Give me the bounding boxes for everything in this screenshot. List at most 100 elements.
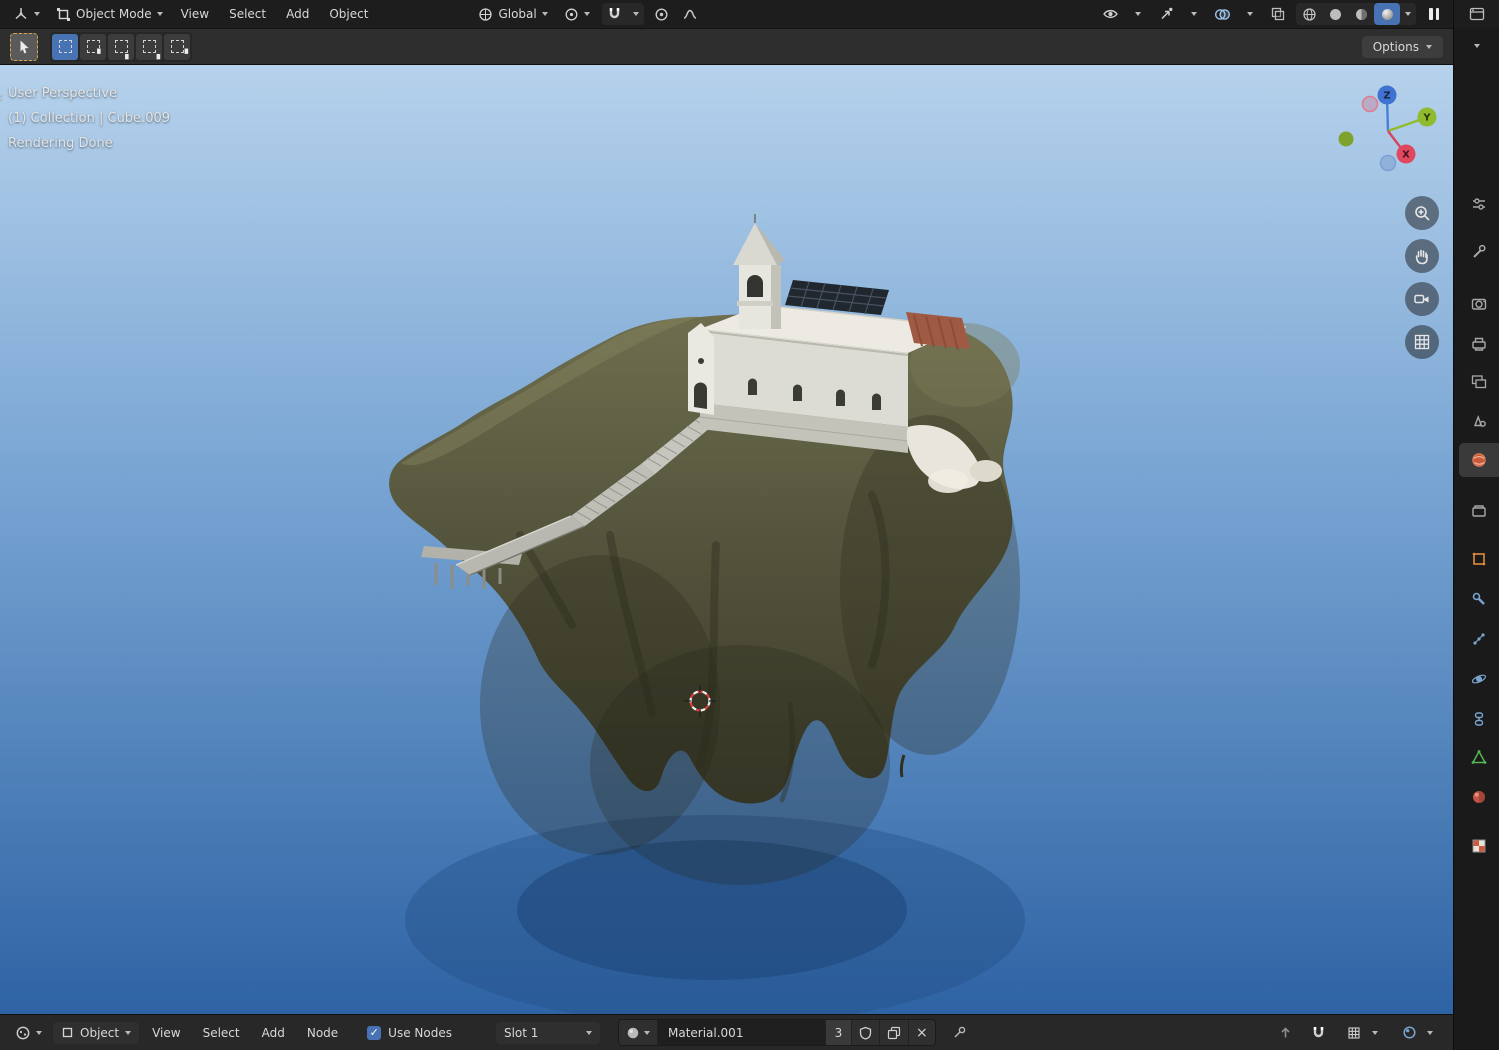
region-options-arrow[interactable]	[1473, 37, 1480, 51]
use-nodes-label: Use Nodes	[388, 1025, 452, 1040]
menu-object[interactable]: Object	[320, 4, 377, 24]
tab-world[interactable]	[1459, 443, 1499, 477]
tab-material[interactable]	[1459, 780, 1499, 814]
object-visibility-button[interactable]	[1097, 3, 1123, 25]
properties-editor-type-button[interactable]	[1454, 0, 1499, 28]
output-printer-icon	[1472, 337, 1486, 351]
toggle-perspective-button[interactable]	[1405, 325, 1439, 359]
menu-view[interactable]: View	[172, 4, 218, 24]
tool-icon	[1473, 244, 1486, 258]
properties-tab-strip	[1453, 0, 1499, 1050]
zoom-button[interactable]	[1405, 196, 1439, 230]
shading-rendered-button[interactable]	[1374, 3, 1400, 25]
axis-neg-y-ball[interactable]	[1338, 131, 1354, 147]
shading-mode-group	[1296, 3, 1416, 25]
zoom-icon	[1415, 206, 1430, 221]
tab-physics[interactable]	[1459, 662, 1499, 696]
tab-texture[interactable]	[1459, 829, 1499, 863]
transform-orientation-dropdown[interactable]: Global	[471, 4, 554, 25]
editor-type-dropdown-shader[interactable]	[8, 1022, 49, 1044]
snap-settings-dropdown[interactable]	[628, 3, 644, 25]
pivot-point-dropdown[interactable]	[557, 4, 597, 25]
chevron-down-icon	[1247, 12, 1253, 16]
chevron-down-icon	[643, 1030, 650, 1035]
shading-material-button[interactable]	[1348, 3, 1374, 25]
menu-add-shader[interactable]: Add	[253, 1023, 294, 1043]
tab-object[interactable]	[1459, 542, 1499, 576]
shader-overlays-button[interactable]	[1396, 1022, 1422, 1044]
shader-type-label: Object	[80, 1025, 120, 1040]
mesh-data-icon	[1471, 749, 1487, 764]
shading-wireframe-button[interactable]	[1296, 3, 1322, 25]
menu-select[interactable]: Select	[220, 4, 275, 24]
tab-output[interactable]	[1459, 327, 1499, 361]
tab-constraints[interactable]	[1459, 702, 1499, 736]
proportional-editing-button[interactable]	[649, 3, 675, 25]
menu-view-shader[interactable]: View	[143, 1023, 189, 1043]
material-users-button[interactable]: 3	[825, 1020, 852, 1045]
active-tool-tweak-button[interactable]	[10, 32, 38, 61]
options-dropdown[interactable]: Options	[1361, 35, 1443, 58]
tab-modifiers[interactable]	[1459, 582, 1499, 616]
select-box-subtract-button[interactable]: ▖	[108, 33, 134, 60]
material-name-field[interactable]: Material.001	[657, 1020, 826, 1045]
xray-toggle-button[interactable]	[1265, 3, 1291, 25]
overlays-dropdown[interactable]	[1237, 3, 1263, 25]
snap-grid-dropdown[interactable]	[1367, 1022, 1383, 1044]
material-slot-dropdown[interactable]: Slot 1	[495, 1021, 600, 1044]
select-box-set-button[interactable]	[52, 33, 78, 60]
proportional-falloff-dropdown[interactable]	[677, 3, 703, 25]
tab-collection[interactable]	[1459, 494, 1499, 528]
object-visibility-dropdown[interactable]	[1125, 3, 1151, 25]
shading-dropdown[interactable]	[1400, 3, 1416, 25]
axis-neg-z-ball[interactable]	[1379, 154, 1397, 172]
duplicate-icon	[887, 1026, 901, 1039]
sidebar-toggle-arrow[interactable]: ‹	[0, 87, 3, 105]
new-material-button[interactable]	[879, 1020, 909, 1045]
shader-overlays-dropdown[interactable]	[1422, 1022, 1438, 1044]
axis-neg-x-ball[interactable]	[1361, 95, 1379, 113]
fake-user-button[interactable]	[851, 1020, 880, 1045]
gizmos-toggle-button[interactable]	[1153, 3, 1179, 25]
mode-label: Object Mode	[76, 7, 152, 21]
tab-particles[interactable]	[1459, 622, 1499, 656]
blender-window: Object Mode View Select Add Object Globa…	[0, 0, 1499, 1050]
shader-type-dropdown[interactable]: Object	[53, 1021, 140, 1044]
pan-button[interactable]	[1405, 239, 1439, 273]
viewport-canvas[interactable]	[0, 65, 1453, 1014]
menu-add[interactable]: Add	[277, 4, 318, 24]
overlays-toggle-button[interactable]	[1209, 3, 1235, 25]
node-snap-toggle-button[interactable]	[1305, 1022, 1331, 1044]
editor-type-dropdown[interactable]	[6, 3, 47, 25]
menu-select-shader[interactable]: Select	[194, 1023, 249, 1043]
viewport-nav-buttons	[1405, 196, 1439, 359]
tab-scene[interactable]	[1459, 404, 1499, 438]
gizmos-dropdown[interactable]	[1181, 3, 1207, 25]
pause-render-button[interactable]	[1421, 3, 1447, 25]
tab-render[interactable]	[1459, 287, 1499, 321]
use-nodes-checkbox[interactable]: ✓ Use Nodes	[367, 1025, 452, 1040]
chevron-down-icon	[1372, 1030, 1378, 1035]
view-layer-icon	[1471, 375, 1487, 389]
select-box-invert-button[interactable]: ▗	[136, 33, 162, 60]
browse-material-dropdown[interactable]	[618, 1020, 658, 1045]
tab-object-data[interactable]	[1459, 740, 1499, 774]
viewport-info-text: User Perspective (1) Collection | Cube.0…	[8, 81, 170, 156]
shading-solid-button[interactable]	[1322, 3, 1348, 25]
navigation-gizmo[interactable]: Z Y X	[1335, 83, 1445, 183]
chevron-down-icon	[541, 12, 548, 16]
pin-id-button[interactable]	[952, 1025, 967, 1040]
snap-toggle-button[interactable]	[602, 3, 628, 25]
menu-node-shader[interactable]: Node	[298, 1023, 347, 1043]
tab-view-layer[interactable]	[1459, 365, 1499, 399]
select-box-intersect-button[interactable]: ▝	[164, 33, 190, 60]
go-to-parent-node-tree-button[interactable]	[1272, 1022, 1298, 1044]
mode-dropdown[interactable]: Object Mode	[49, 4, 170, 25]
tab-properties-search[interactable]	[1459, 187, 1499, 221]
camera-view-button[interactable]	[1405, 282, 1439, 316]
snap-grid-button[interactable]	[1341, 1022, 1367, 1044]
cursor-arrow-icon	[20, 40, 28, 53]
unlink-material-button[interactable]: ×	[908, 1020, 935, 1045]
select-box-extend-button[interactable]: ▘	[80, 33, 106, 60]
tab-tool[interactable]	[1459, 235, 1499, 269]
